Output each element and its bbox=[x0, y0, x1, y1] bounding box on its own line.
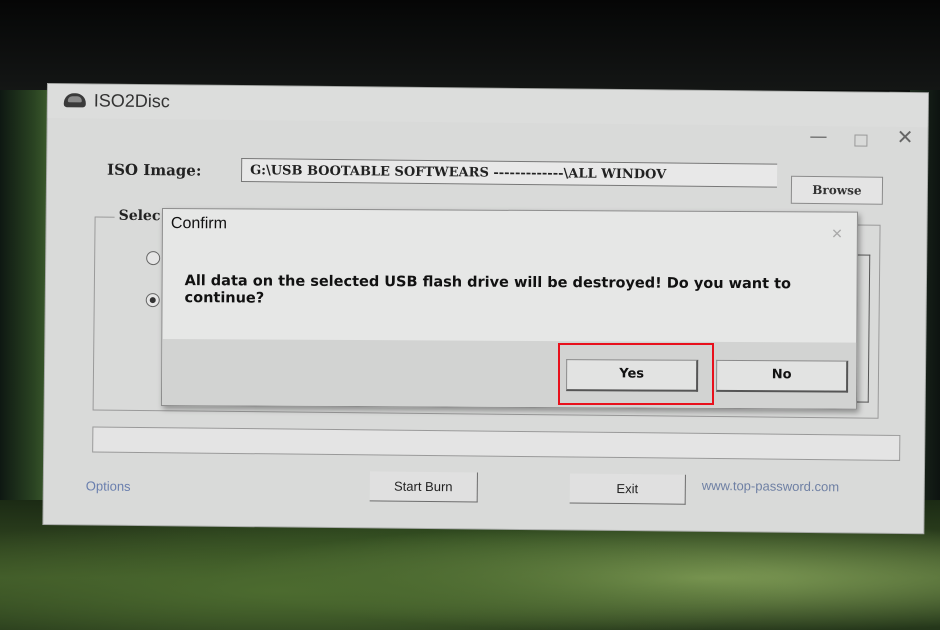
progress-bar bbox=[92, 426, 901, 461]
iso-path-field[interactable]: G:\USB BOOTABLE SOFTWEARS -------------\… bbox=[240, 158, 778, 188]
dialog-message: All data on the selected USB flash drive… bbox=[184, 273, 792, 307]
website-link[interactable]: www.top-password.com bbox=[702, 478, 839, 494]
confirm-dialog: Confirm ✕ All data on the selected USB f… bbox=[160, 208, 858, 410]
dialog-close-icon[interactable]: ✕ bbox=[831, 227, 843, 243]
desktop-wallpaper-left bbox=[0, 90, 48, 510]
options-link[interactable]: Options bbox=[86, 478, 131, 493]
exit-button[interactable]: Exit bbox=[569, 473, 686, 505]
iso-image-label: ISO Image: bbox=[107, 160, 202, 180]
minimize-button[interactable]: — bbox=[809, 126, 827, 147]
window-title: ISO2Disc bbox=[93, 90, 170, 112]
dialog-title: Confirm bbox=[170, 215, 227, 233]
radio-option-2[interactable] bbox=[145, 293, 160, 308]
maximize-button[interactable] bbox=[854, 134, 868, 147]
photo-bezel bbox=[0, 0, 940, 90]
yes-highlight-box bbox=[558, 343, 714, 405]
no-button[interactable]: No bbox=[716, 359, 849, 393]
browse-button[interactable]: Browse bbox=[790, 175, 884, 205]
close-button[interactable]: ✕ bbox=[897, 125, 914, 149]
radio-option-1[interactable] bbox=[146, 251, 161, 266]
selection-group-label: Selec bbox=[114, 207, 165, 225]
app-icon bbox=[63, 93, 86, 108]
title-bar: ISO2Disc bbox=[47, 84, 928, 128]
start-burn-button[interactable]: Start Burn bbox=[369, 471, 478, 503]
